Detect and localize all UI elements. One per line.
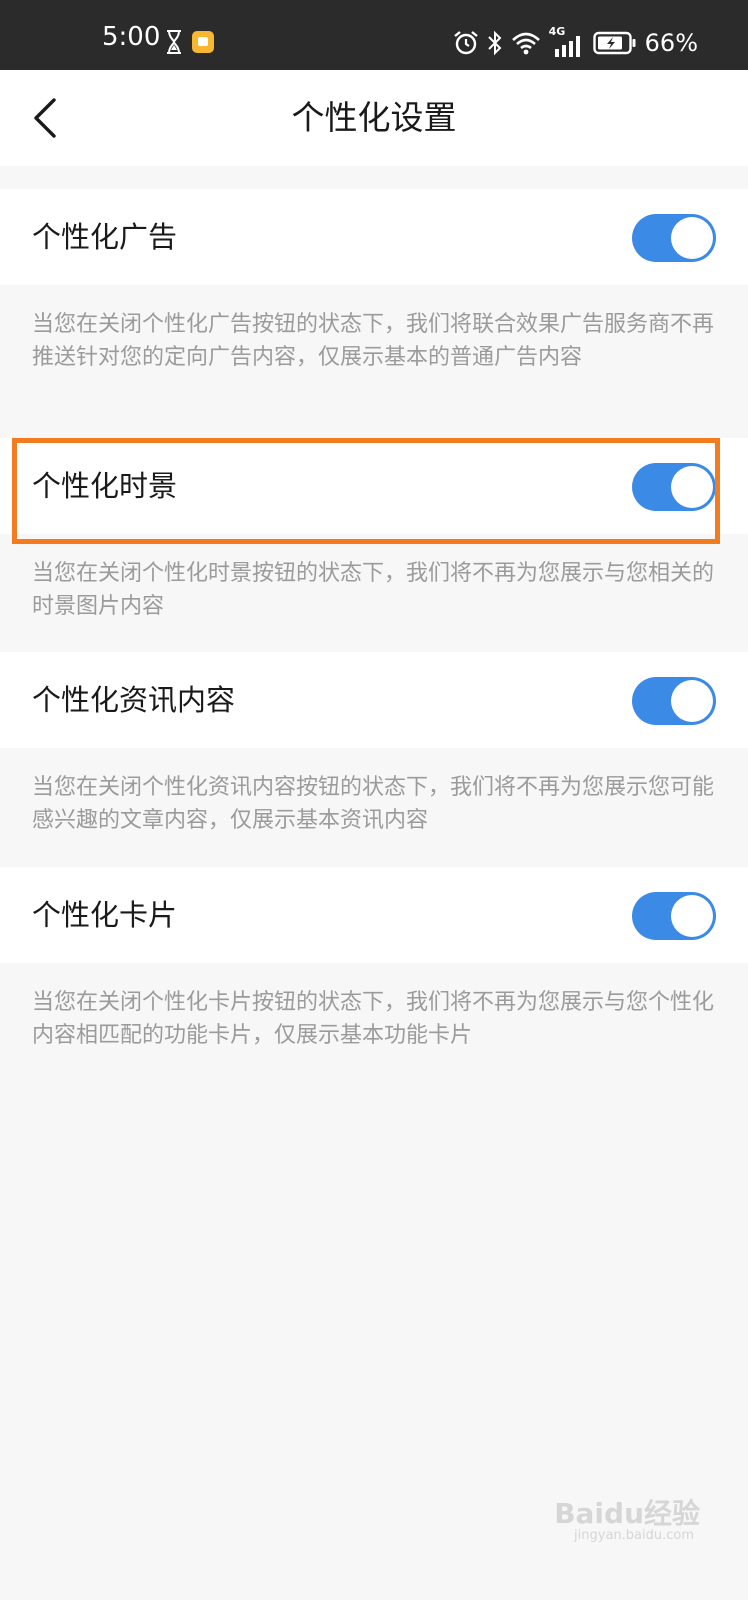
setting-description: 当您在关闭个性化卡片按钮的状态下，我们将不再为您展示与您个性化内容相匹配的功能卡…: [32, 990, 715, 1048]
toggle-knob: [671, 217, 713, 259]
setting-label: 个性化资讯内容: [32, 683, 236, 717]
bluetooth-icon: [487, 30, 502, 56]
hourglass-icon: [167, 30, 181, 54]
highlight-frame: [12, 438, 720, 544]
wifi-icon: [511, 32, 540, 55]
toggle-personalized-ads[interactable]: [632, 214, 716, 262]
alarm-icon: [453, 31, 478, 55]
setting-description: 当您在关闭个性化广告按钮的状态下，我们将联合效果广告服务商不再推送针对您的定向广…: [32, 312, 715, 370]
status-time: 5:00: [102, 22, 161, 52]
battery-percent: 66%: [644, 29, 698, 57]
battery-icon: [592, 31, 636, 55]
app-notification-icon: [192, 31, 214, 53]
toggle-personalized-cards[interactable]: [632, 892, 716, 940]
status-bar: 5:00 4G 66%: [0, 0, 748, 70]
watermark-url: jingyan.baidu.com: [574, 1528, 694, 1543]
setting-row-news: 个性化资讯内容: [0, 652, 748, 748]
setting-row-ads: 个性化广告: [0, 189, 748, 285]
setting-description: 当您在关闭个性化时景按钮的状态下，我们将不再为您展示与您相关的时景图片内容: [32, 561, 715, 619]
cellular-4g-icon: 4G: [549, 25, 585, 57]
header: 个性化设置: [0, 70, 748, 166]
setting-label: 个性化卡片: [32, 898, 178, 932]
chevron-left-icon[interactable]: [30, 98, 66, 138]
status-icons: 4G 66%: [453, 25, 698, 60]
setting-label: 个性化广告: [32, 220, 178, 254]
toggle-personalized-news[interactable]: [632, 677, 716, 725]
setting-row-cards: 个性化卡片: [0, 867, 748, 963]
toggle-knob: [671, 895, 713, 937]
toggle-knob: [671, 680, 713, 722]
page-title: 个性化设置: [291, 98, 457, 137]
watermark-logo: Baidu经验: [554, 1497, 700, 1530]
setting-description: 当您在关闭个性化资讯内容按钮的状态下，我们将不再为您展示您可能感兴趣的文章内容，…: [32, 775, 715, 833]
